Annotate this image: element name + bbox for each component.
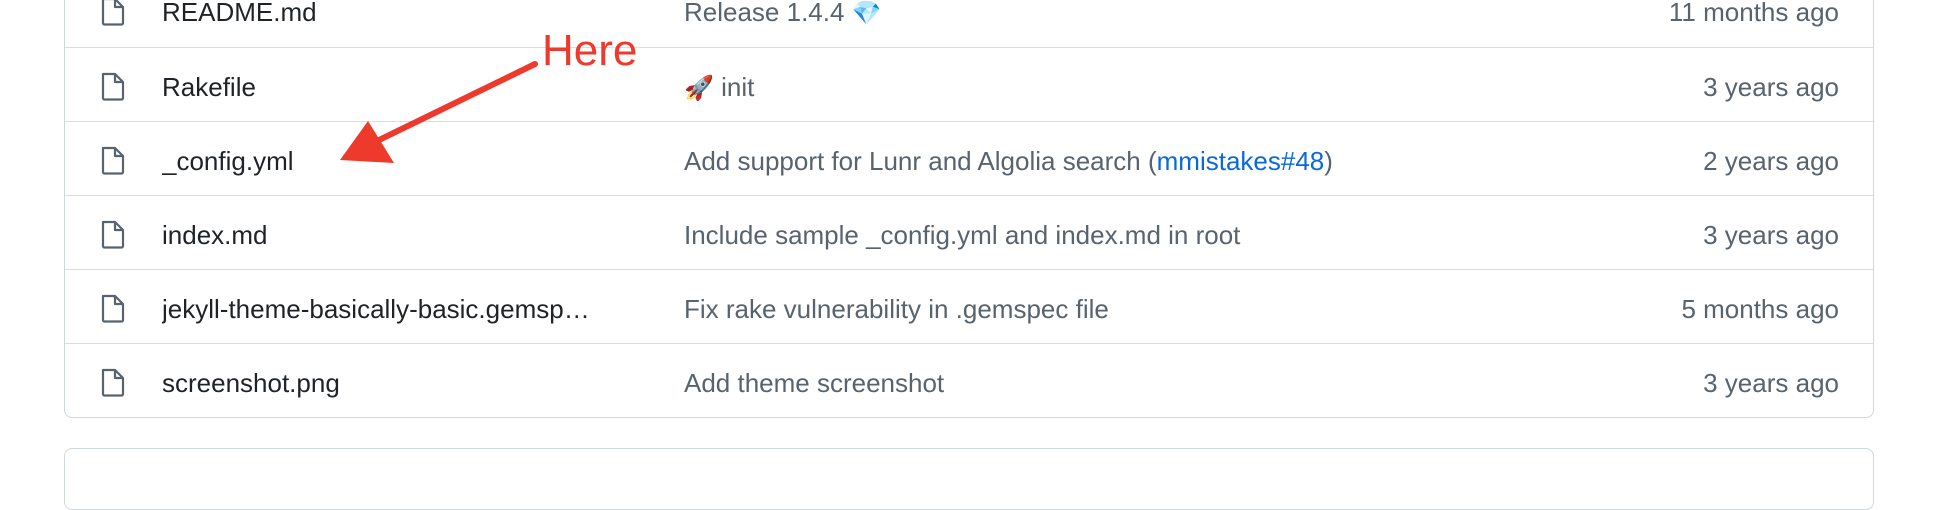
file-name-link[interactable]: README.md (162, 0, 317, 28)
file-row-gemspec[interactable]: jekyll-theme-basically-basic.gemsp… Fix … (65, 269, 1873, 343)
file-icon (100, 219, 126, 249)
file-name-link[interactable]: screenshot.png (162, 368, 340, 399)
commit-age: 3 years ago (1703, 220, 1839, 250)
rocket-emoji: 🚀 (684, 74, 714, 102)
commit-message-text: Add support for Lunr and Algolia search … (684, 146, 1157, 176)
file-name-link[interactable]: jekyll-theme-basically-basic.gemsp… (162, 294, 590, 325)
commit-message[interactable]: Release 1.4.4 💎 (684, 0, 882, 28)
commit-age: 3 years ago (1703, 72, 1839, 102)
commit-age: 3 years ago (1703, 368, 1839, 398)
file-icon (100, 0, 126, 26)
file-row-index[interactable]: index.md Include sample _config.yml and … (65, 195, 1873, 269)
commit-message[interactable]: Add theme screenshot (684, 368, 944, 399)
file-icon (100, 71, 126, 101)
file-row-screenshot[interactable]: screenshot.png Add theme screenshot 3 ye… (65, 343, 1873, 417)
file-list: README.md Release 1.4.4 💎 11 months ago … (64, 0, 1874, 418)
commit-message-text: init (713, 72, 755, 102)
commit-message[interactable]: 🚀 init (684, 72, 754, 103)
file-name-link[interactable]: Rakefile (162, 72, 256, 103)
commit-age: 2 years ago (1703, 146, 1839, 176)
file-row-rakefile[interactable]: Rakefile 🚀 init 3 years ago (65, 47, 1873, 121)
file-icon (100, 367, 126, 397)
issue-link[interactable]: mmistakes#48 (1157, 146, 1325, 176)
file-row-config[interactable]: _config.yml Add support for Lunr and Alg… (65, 121, 1873, 195)
commit-message[interactable]: Include sample _config.yml and index.md … (684, 220, 1240, 251)
commit-message-suffix: ) (1324, 146, 1333, 176)
file-icon (100, 293, 126, 323)
file-row-readme[interactable]: README.md Release 1.4.4 💎 11 months ago (65, 0, 1873, 47)
commit-message[interactable]: Fix rake vulnerability in .gemspec file (684, 294, 1109, 325)
commit-message-text: Release 1.4.4 (684, 0, 852, 27)
commit-age: 11 months ago (1668, 0, 1839, 27)
annotation-label: Here (542, 26, 638, 75)
file-name-link[interactable]: index.md (162, 220, 268, 251)
gem-emoji: 💎 (851, 0, 882, 27)
file-name-link[interactable]: _config.yml (162, 146, 294, 177)
commit-message[interactable]: Add support for Lunr and Algolia search … (684, 146, 1333, 177)
next-panel (64, 448, 1874, 510)
file-icon (100, 145, 126, 175)
commit-age: 5 months ago (1681, 294, 1839, 324)
